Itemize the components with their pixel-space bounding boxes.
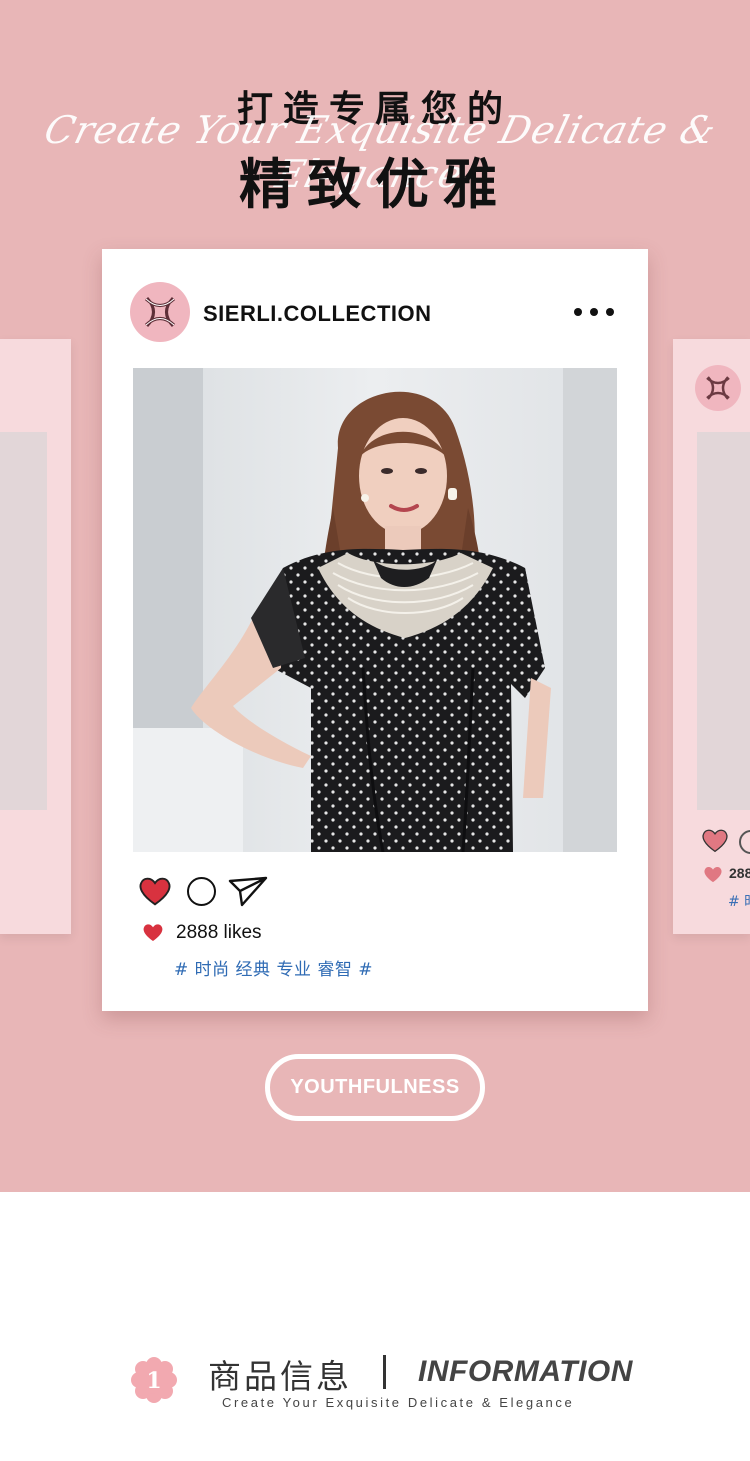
hashtags: # 时: [728, 894, 750, 910]
badge-number: 1: [146, 1368, 161, 1394]
comment-icon[interactable]: [187, 877, 216, 906]
section-title-divider: [383, 1355, 386, 1389]
post-card: SIERLI.COLLECTION 2888 likes # 时尚 经典 专业 …: [102, 249, 648, 1011]
heart-icon: [702, 829, 728, 853]
likes-count: 288: [729, 865, 750, 881]
share-send-icon[interactable]: [228, 875, 268, 907]
ghost-card-right: 288 # 时: [673, 339, 750, 934]
ghost-photo: [0, 432, 47, 810]
heart-icon: [143, 924, 163, 941]
hashtags[interactable]: # 时尚 经典 专业 睿智 #: [174, 955, 373, 980]
heart-icon: [704, 867, 722, 883]
headline-cn-line2: 精致优雅: [239, 153, 511, 216]
more-options-icon[interactable]: [574, 301, 614, 323]
ghost-photo: [697, 432, 750, 810]
likes-count[interactable]: 2888 likes: [176, 922, 262, 944]
pill-label: YOUTHFULNESS: [290, 1076, 460, 1098]
account-handle[interactable]: SIERLI.COLLECTION: [203, 301, 432, 327]
brand-logo-avatar[interactable]: [130, 282, 190, 342]
section-title-en: INFORMATION: [418, 1355, 633, 1388]
youthfulness-pill-button[interactable]: YOUTHFULNESS: [265, 1054, 485, 1121]
ghost-card-left: [0, 339, 71, 934]
flower-number-badge-icon: 1: [131, 1357, 177, 1403]
section-title-cn: 商品信息: [208, 1357, 352, 1396]
brand-logo-avatar: [695, 365, 741, 411]
product-photo: [133, 368, 617, 852]
section-subtitle: Create Your Exquisite Delicate & Eleganc…: [222, 1395, 575, 1410]
like-heart-icon[interactable]: [138, 875, 172, 906]
comment-icon: [739, 830, 750, 854]
